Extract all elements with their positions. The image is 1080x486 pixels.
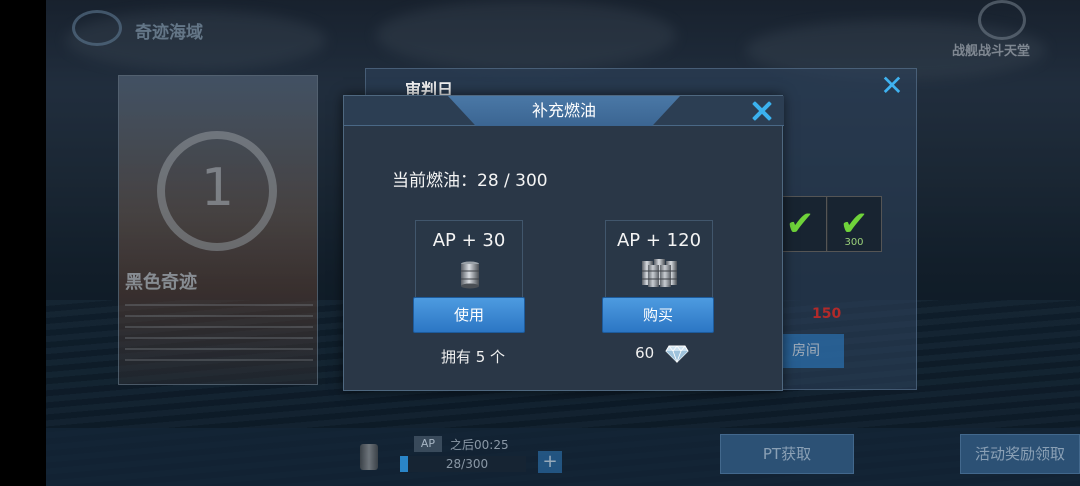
reward-text: AP + 30 (432, 230, 506, 251)
event-card[interactable]: 1 黑色奇迹 (118, 75, 318, 385)
checkmark-icon: ✔ 300 (826, 196, 882, 252)
ap-tag: AP (414, 436, 442, 452)
bottom-bar (46, 428, 1080, 486)
left-black-margin (0, 0, 46, 486)
price-tag: 60 (602, 344, 722, 363)
fuel-barrels-stack-icon (642, 259, 677, 287)
refuel-dialog: 补充燃油 当前燃油：28 / 300 AP + 30 使用 拥有 5 个 AP … (343, 95, 784, 391)
close-icon[interactable] (748, 96, 776, 126)
fuel-barrel-icon (360, 444, 378, 470)
pt-acquire-button[interactable]: PT获取 (720, 434, 854, 474)
dialog-title: 补充燃油 (531, 101, 596, 120)
event-logo-icon (72, 10, 122, 46)
fuel-item-large: AP + 120 (605, 220, 713, 298)
add-fuel-button[interactable]: + (538, 451, 562, 473)
event-card-name: 黑色奇迹 (125, 272, 197, 293)
reward-text: AP + 120 (616, 230, 702, 251)
use-button[interactable]: 使用 (413, 297, 525, 333)
fuel-item-small: AP + 30 (415, 220, 523, 298)
fuel-bar: 28/300 (400, 456, 526, 472)
event-reward-button[interactable]: 活动奖励领取 (960, 434, 1080, 474)
buy-button[interactable]: 购买 (602, 297, 714, 333)
fuel-barrel-icon (461, 261, 479, 289)
cost-value: 150 (812, 306, 842, 322)
check-caption: 300 (844, 237, 864, 248)
owned-count: 拥有 5 个 (440, 348, 506, 366)
background-close-icon[interactable]: ✕ (878, 72, 906, 100)
event-card-description (125, 304, 313, 364)
event-title: 奇迹海域 (135, 23, 203, 43)
current-fuel-label: 当前燃油：28 / 300 (392, 171, 548, 191)
game-emblem-icon (978, 0, 1026, 40)
diamond-icon (665, 344, 689, 363)
top-right-label: 战舰战斗天堂 (952, 44, 1031, 59)
ap-timer: 之后00:25 (450, 438, 509, 452)
stage-number: 1 (201, 158, 235, 218)
price-value: 60 (635, 344, 655, 362)
